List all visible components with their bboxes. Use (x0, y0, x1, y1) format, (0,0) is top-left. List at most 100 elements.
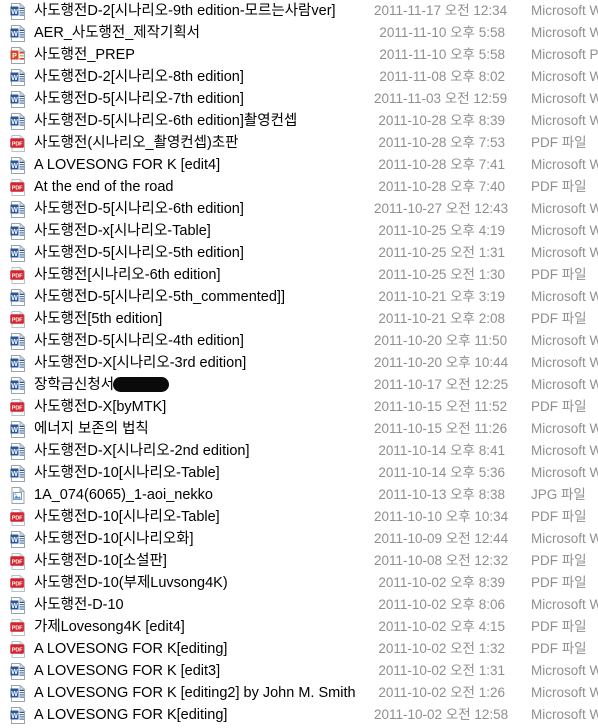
file-name[interactable]: 사도행전_PREP (34, 44, 374, 66)
file-row[interactable]: W 사도행전D-10[시나리오화] 2011-10-09 오전 12:44 Micro… (0, 528, 598, 550)
file-name[interactable]: A LOVESONG FOR K [edit3] (34, 660, 374, 682)
file-name[interactable]: A LOVESONG FOR K[editing] (34, 704, 374, 726)
file-name[interactable]: 사도행전D-2[시나리오-9th edition-모르는사람ver] (34, 0, 374, 22)
file-name[interactable]: At the end of the road (34, 176, 374, 198)
file-name[interactable]: 사도행전[시나리오-6th edition] (34, 264, 374, 286)
file-name[interactable]: 사도행전D-10(부제Luvsong4K) (34, 572, 374, 594)
file-date-modified: 2011-10-28 오후 7:53 (378, 135, 505, 150)
redaction-bar (113, 376, 170, 392)
file-list[interactable]: W 사도행전D-2[시나리오-9th edition-모르는사람ver] 2011-… (0, 0, 598, 728)
file-name[interactable]: 에너지 보존의 법칙 (34, 418, 374, 440)
file-name[interactable]: 사도행전D-x[시나리오-Table] (34, 220, 374, 242)
file-date-modified: 2011-10-02 오전 1:31 (378, 663, 505, 678)
file-icon-cell: W (10, 440, 34, 462)
file-date-modified: 2011-11-08 오후 8:02 (379, 69, 505, 84)
file-row[interactable]: PDF 가제Lovesong4K [edit4] 2011-10-02 오후 4:1… (0, 616, 598, 638)
file-row[interactable]: PDF 사도행전[5th edition] 2011-10-21 오후 2:08 PD… (0, 308, 598, 330)
file-name[interactable]: 1A_074(6065)_1-aoi_nekko (34, 484, 374, 506)
file-row[interactable]: W AER_사도행전_제작기획서 2011-11-10 오후 5:58 Microso… (0, 22, 598, 44)
word-icon: W (10, 24, 26, 42)
file-name[interactable]: 사도행전D-2[시나리오-8th edition] (34, 66, 374, 88)
file-name[interactable]: 사도행전D-5[시나리오-5th_commented]] (34, 286, 374, 308)
file-row[interactable]: W 사도행전D-5[시나리오-6th edition]촬영컨셉 2011-10-28… (0, 110, 598, 132)
svg-text:W: W (11, 118, 18, 125)
file-row[interactable]: W 사도행전D-5[시나리오-5th_commented]] 2011-10-21 … (0, 286, 598, 308)
file-row[interactable]: W 사도행전-D-10 2011-10-02 오후 8:06 Microsoft Wo… (0, 594, 598, 616)
file-icon-cell: W (10, 22, 34, 44)
file-row[interactable]: W 사도행전D-5[시나리오-4th edition] 2011-10-20 오후 … (0, 330, 598, 352)
file-row[interactable]: P 사도행전_PREP 2011-11-10 오후 5:58 Microsoft Po… (0, 44, 598, 66)
file-name[interactable]: A LOVESONG FOR K [edit4] (34, 154, 374, 176)
file-type: Microsoft Word ... (531, 69, 598, 84)
file-name[interactable]: 사도행전D-10[시나리오화] (34, 528, 374, 550)
file-name[interactable]: 사도행전D-10[시나리오-Table] (34, 506, 374, 528)
svg-text:W: W (11, 74, 18, 81)
file-name[interactable]: 사도행전D-5[시나리오-6th edition] (34, 198, 374, 220)
file-icon-cell: W (10, 682, 34, 704)
file-icon-cell: W (10, 462, 34, 484)
file-name[interactable]: 사도행전D-5[시나리오-5th edition] (34, 242, 374, 264)
file-type: Microsoft Word ... (531, 685, 598, 700)
file-icon-cell: W (10, 286, 34, 308)
file-row[interactable]: PDF 사도행전(시나리오_촬영컨셉)초판 2011-10-28 오후 7:53 PD… (0, 132, 598, 154)
file-name[interactable]: 사도행전D-5[시나리오-6th edition]촬영컨셉 (34, 110, 374, 132)
file-type: Microsoft Word ... (531, 531, 598, 546)
file-row[interactable]: W 장학금신청서 2011-10-17 오전 12:25 Microsoft Word… (0, 374, 598, 396)
svg-text:W: W (11, 360, 18, 367)
file-date-modified: 2011-10-28 오후 8:39 (378, 113, 505, 128)
file-row[interactable]: W 사도행전D-2[시나리오-9th edition-모르는사람ver] 2011-… (0, 0, 598, 22)
file-type: PDF 파일 (531, 135, 587, 150)
file-row[interactable]: W 사도행전D-X[시나리오-2nd edition] 2011-10-14 오후 … (0, 440, 598, 462)
file-row[interactable]: PDF 사도행전D-10[시나리오-Table] 2011-10-10 오후 10:… (0, 506, 598, 528)
word-icon: W (10, 2, 26, 20)
file-row[interactable]: W A LOVESONG FOR K [editing2] by John M. … (0, 682, 598, 704)
svg-text:PDF: PDF (12, 317, 23, 323)
file-row[interactable]: 1A_074(6065)_1-aoi_nekko 2011-10-13 오후 8:… (0, 484, 598, 506)
file-row[interactable]: PDF 사도행전D-X[byMTK] 2011-10-15 오전 11:52 PDF … (0, 396, 598, 418)
file-row[interactable]: W 사도행전D-5[시나리오-5th edition] 2011-10-25 오전 … (0, 242, 598, 264)
file-type: Microsoft Word ... (531, 663, 598, 678)
file-name[interactable]: 사도행전(시나리오_촬영컨셉)초판 (34, 132, 374, 154)
file-icon-cell: W (10, 594, 34, 616)
powerpoint-icon: P (10, 46, 26, 64)
file-name[interactable]: 사도행전D-10[소설판] (34, 550, 374, 572)
file-name[interactable]: 사도행전D-5[시나리오-4th edition] (34, 330, 374, 352)
pdf-icon: PDF (10, 266, 26, 284)
file-row[interactable]: W 사도행전D-x[시나리오-Table] 2011-10-25 오후 4:19 Mi… (0, 220, 598, 242)
file-name[interactable]: 사도행전D-X[byMTK] (34, 396, 374, 418)
svg-text:PDF: PDF (12, 515, 23, 521)
file-name[interactable]: 사도행전D-5[시나리오-7th edition] (34, 88, 374, 110)
file-date-modified: 2011-10-13 오후 8:38 (378, 487, 505, 502)
file-row[interactable]: PDF 사도행전D-10(부제Luvsong4K) 2011-10-02 오후 8:… (0, 572, 598, 594)
file-name[interactable]: 가제Lovesong4K [edit4] (34, 616, 374, 638)
file-row[interactable]: W A LOVESONG FOR K[editing] 2011-10-02 오전 … (0, 704, 598, 726)
file-row[interactable]: PDF 사도행전[시나리오-6th edition] 2011-10-25 오전 1… (0, 264, 598, 286)
file-row[interactable]: PDF 사도행전D-10[소설판] 2011-10-08 오전 12:32 PDF 파… (0, 550, 598, 572)
file-type: PDF 파일 (531, 509, 587, 524)
file-row[interactable]: PDF A LOVESONG FOR K[editing] 2011-10-02 오… (0, 638, 598, 660)
word-icon: W (10, 156, 26, 174)
file-type: Microsoft Word ... (531, 157, 598, 172)
word-icon: W (10, 354, 26, 372)
file-name[interactable]: AER_사도행전_제작기획서 (34, 22, 374, 44)
file-row[interactable]: W 사도행전D-2[시나리오-8th edition] 2011-11-08 오후 … (0, 66, 598, 88)
file-row[interactable]: W 에너지 보존의 법칙 2011-10-15 오전 11:26 Microsoft … (0, 418, 598, 440)
file-row[interactable]: PDF At the end of the road 2011-10-28 오후 7… (0, 176, 598, 198)
file-name[interactable]: A LOVESONG FOR K[editing] (34, 638, 374, 660)
file-type: PDF 파일 (531, 575, 587, 590)
file-date-modified: 2011-10-14 오후 8:41 (378, 443, 505, 458)
file-row[interactable]: W A LOVESONG FOR K [edit4] 2011-10-28 오후 7… (0, 154, 598, 176)
file-name[interactable]: 사도행전D-10[시나리오-Table] (34, 462, 374, 484)
file-row[interactable]: W 사도행전D-5[시나리오-7th edition] 2011-11-03 오전 … (0, 88, 598, 110)
file-row[interactable]: W 사도행전D-5[시나리오-6th edition] 2011-10-27 오전 … (0, 198, 598, 220)
file-row[interactable]: W A LOVESONG FOR K [edit3] 2011-10-02 오전 1… (0, 660, 598, 682)
file-name[interactable]: 장학금신청서 (34, 374, 374, 396)
file-name[interactable]: 사도행전[5th edition] (34, 308, 374, 330)
pdf-icon: PDF (10, 310, 26, 328)
file-name[interactable]: A LOVESONG FOR K [editing2] by John M. S… (34, 682, 374, 704)
file-name[interactable]: 사도행전D-X[시나리오-2nd edition] (34, 440, 374, 462)
file-name[interactable]: 사도행전-D-10 (34, 594, 374, 616)
file-row[interactable]: W 사도행전D-X[시나리오-3rd edition] 2011-10-20 오후 … (0, 352, 598, 374)
file-row[interactable]: W 사도행전D-10[시나리오-Table] 2011-10-14 오후 5:36 M… (0, 462, 598, 484)
file-name[interactable]: 사도행전D-X[시나리오-3rd edition] (34, 352, 374, 374)
